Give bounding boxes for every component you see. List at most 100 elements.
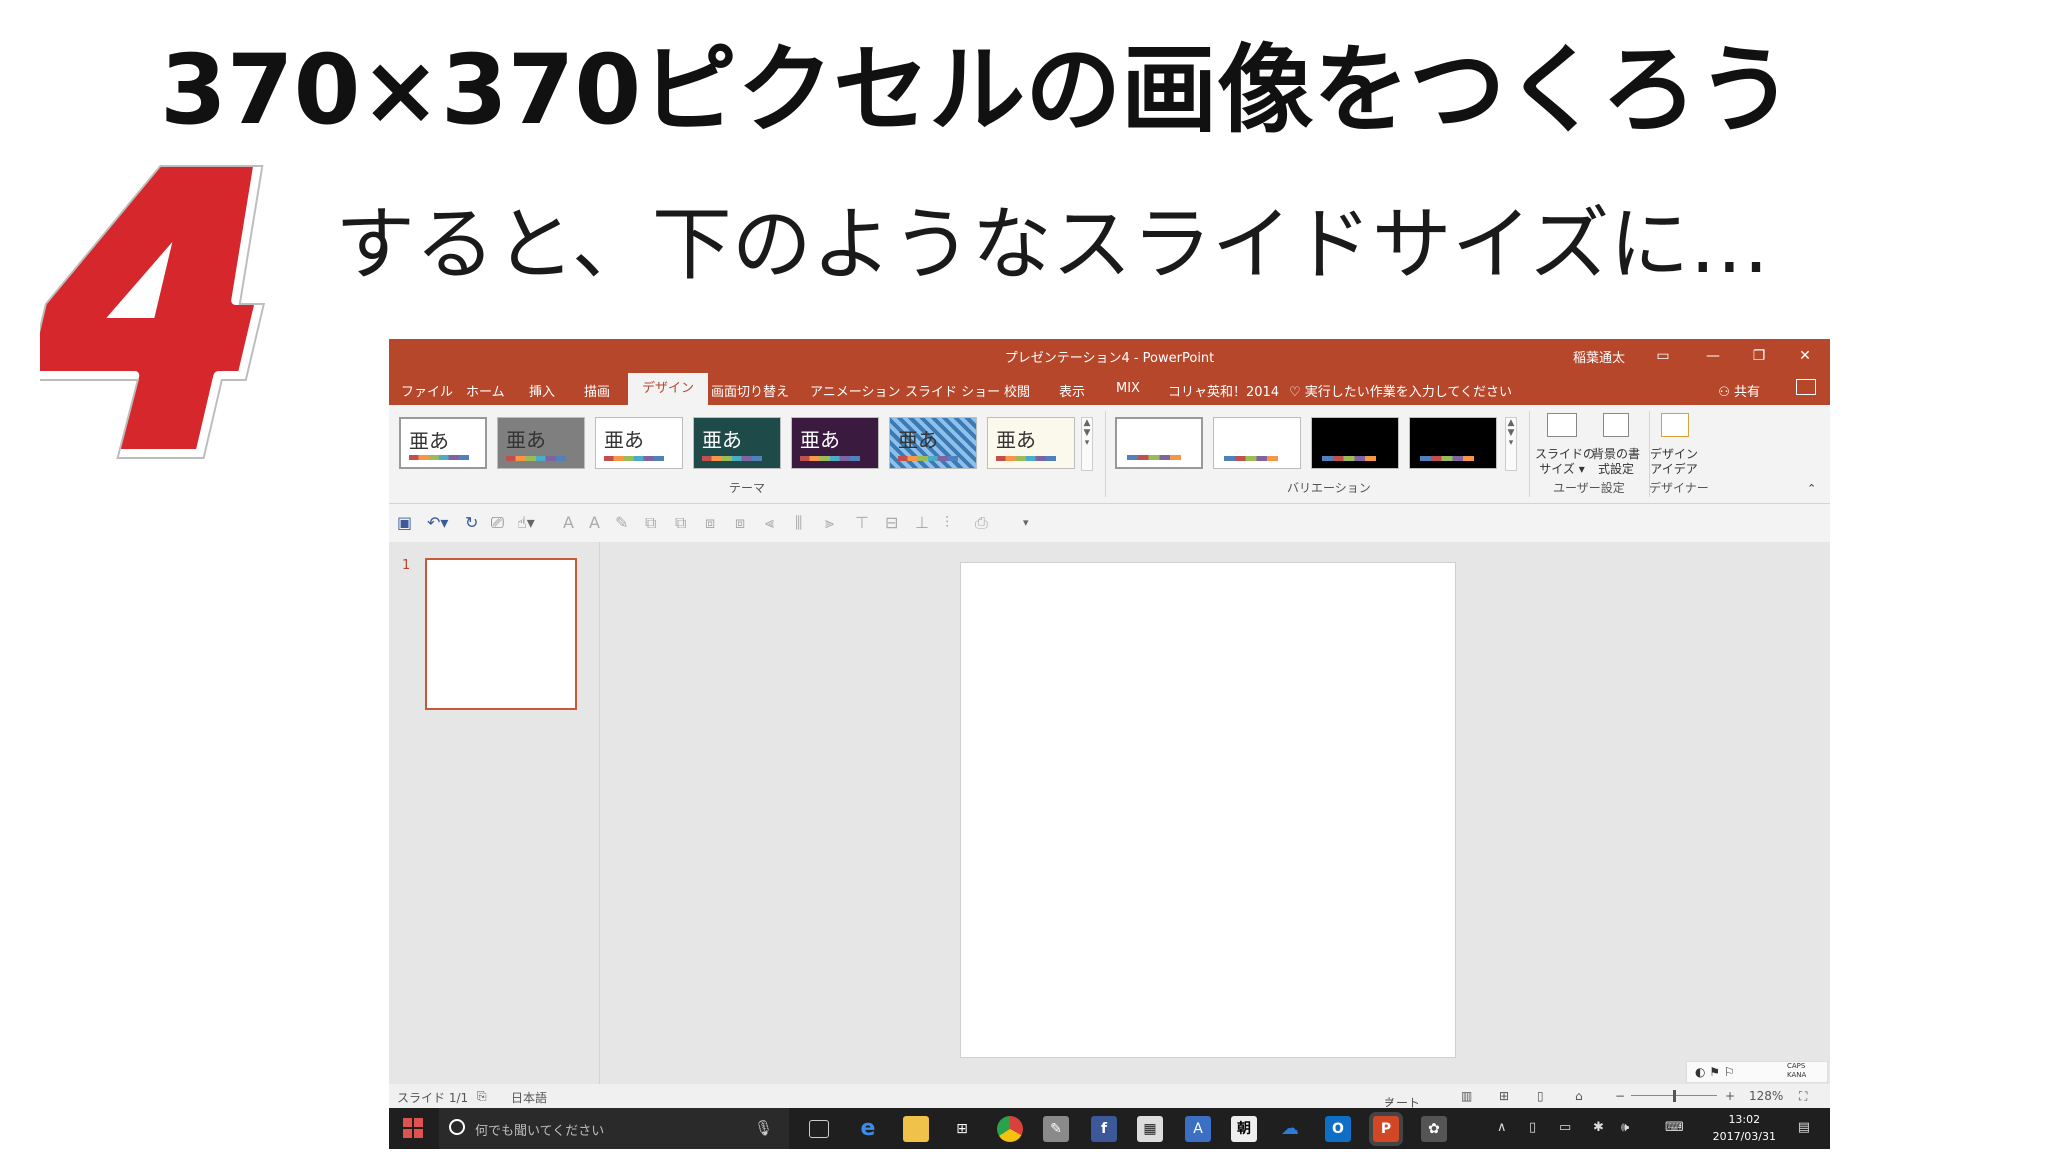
battery-icon[interactable]: ▭ xyxy=(1559,1120,1571,1135)
send-backward-icon[interactable]: ⧉ xyxy=(675,513,686,533)
translate-icon[interactable]: A xyxy=(1185,1116,1211,1142)
collapse-ribbon-icon[interactable]: ⌃ xyxy=(1807,481,1816,496)
bluetooth-icon[interactable]: ✱ xyxy=(1593,1120,1604,1135)
tab-transitions[interactable]: 画面切り替え xyxy=(711,381,789,400)
slide-size-button[interactable]: スライドの サイズ ▾ xyxy=(1535,447,1595,477)
file-explorer-icon[interactable] xyxy=(903,1116,929,1142)
microphone-icon[interactable]: 🎙 xyxy=(754,1119,773,1137)
slide-size-icon[interactable] xyxy=(1547,413,1577,437)
variation-2[interactable] xyxy=(1213,417,1301,469)
variation-1[interactable] xyxy=(1115,417,1203,469)
paint-icon[interactable]: ✎ xyxy=(1043,1116,1069,1142)
zoom-out-icon[interactable]: − xyxy=(1615,1089,1625,1103)
outlook-icon[interactable]: O xyxy=(1325,1116,1351,1142)
tab-insert[interactable]: 挿入 xyxy=(529,381,555,400)
font-grow-icon[interactable]: A xyxy=(563,513,574,532)
ime-mode-icon[interactable]: ◐ ⚑ ⚐ xyxy=(1695,1065,1735,1079)
task-view-icon[interactable] xyxy=(809,1120,829,1138)
windows-start-icon[interactable] xyxy=(403,1118,423,1138)
tab-review[interactable]: 校閲 xyxy=(1004,381,1030,400)
minimize-button[interactable]: — xyxy=(1698,343,1728,369)
group-icon[interactable]: ⧈ xyxy=(705,513,715,533)
tab-view[interactable]: 表示 xyxy=(1059,381,1085,400)
normal-view-icon[interactable]: ▥ xyxy=(1461,1089,1472,1103)
action-center-icon[interactable]: ▤ xyxy=(1798,1120,1810,1135)
align-middle-icon[interactable]: ⊟ xyxy=(885,513,898,532)
slide-thumbnail[interactable] xyxy=(425,558,577,710)
tab-draw[interactable]: 描画 xyxy=(584,381,610,400)
align-left-icon[interactable]: ⫷ xyxy=(765,513,774,533)
share-button[interactable]: ⚇ 共有 xyxy=(1718,381,1760,400)
tab-slideshow[interactable]: スライド ショー xyxy=(905,381,1000,400)
theme-office[interactable]: 亜あ xyxy=(399,417,487,469)
tab-design[interactable]: デザイン xyxy=(628,373,709,405)
zoom-level[interactable]: 128% xyxy=(1749,1089,1783,1103)
edge-browser-icon[interactable]: e xyxy=(855,1116,881,1142)
keyboard-icon[interactable]: ⌨ xyxy=(1665,1120,1684,1135)
from-beginning-icon[interactable]: ⎚ xyxy=(491,513,504,533)
slide-canvas[interactable] xyxy=(960,562,1456,1058)
theme-gallery-scroll[interactable]: ▲ ▼ ▾ xyxy=(1081,417,1093,471)
powerpoint-taskbar-icon[interactable]: P xyxy=(1373,1116,1399,1142)
variation-3[interactable] xyxy=(1311,417,1399,469)
ribbon-display-options-icon[interactable]: ▭ xyxy=(1648,343,1678,369)
spellcheck-icon[interactable]: ⎘ xyxy=(477,1089,487,1104)
zoom-slider-thumb[interactable] xyxy=(1673,1090,1676,1102)
design-ideas-button[interactable]: デザイン アイデア xyxy=(1649,447,1699,477)
slide-sorter-icon[interactable]: ⊞ xyxy=(1499,1089,1509,1103)
align-top-icon[interactable]: ⊤ xyxy=(855,513,869,532)
format-background-button[interactable]: 背景の書 式設定 xyxy=(1589,447,1643,477)
tab-mix[interactable]: MIX xyxy=(1116,381,1140,396)
fit-to-window-icon[interactable]: ⛶ xyxy=(1799,1089,1807,1104)
zoom-in-icon[interactable]: + xyxy=(1725,1089,1735,1103)
design-ideas-icon[interactable] xyxy=(1661,413,1689,437)
cortana-search-box[interactable]: 何でも聞いてください 🎙 xyxy=(439,1108,789,1149)
app-icon-2[interactable]: ✿ xyxy=(1421,1116,1447,1142)
tab-home[interactable]: ホーム xyxy=(466,381,505,400)
ime-language-bar[interactable]: ◐ ⚑ ⚐ CAPS KANA xyxy=(1686,1061,1828,1083)
onedrive-icon[interactable]: ☁ xyxy=(1277,1116,1303,1142)
undo-icon[interactable]: ↶▾ xyxy=(427,513,448,532)
font-shrink-icon[interactable]: A xyxy=(589,513,600,532)
app-icon-1[interactable]: ▦ xyxy=(1137,1116,1163,1142)
show-hidden-icons[interactable]: ∧ xyxy=(1497,1120,1507,1135)
distribute-icon[interactable]: ⫶ xyxy=(945,513,949,533)
tab-animations[interactable]: アニメーション xyxy=(810,381,900,400)
theme-white[interactable]: 亜あ xyxy=(595,417,683,469)
variation-gallery-scroll[interactable]: ▲ ▼ ▾ xyxy=(1505,417,1517,471)
system-clock[interactable]: 13:02 2017/03/31 xyxy=(1713,1111,1776,1145)
volume-icon[interactable]: 🕪 xyxy=(1621,1120,1629,1135)
user-name[interactable]: 稲葉通太 xyxy=(1573,347,1625,366)
align-right-icon[interactable]: ⫸ xyxy=(825,513,834,533)
restore-button[interactable]: ❐ xyxy=(1744,343,1774,369)
tab-file[interactable]: ファイル xyxy=(401,381,453,400)
chrome-icon[interactable] xyxy=(997,1116,1023,1142)
print-icon[interactable]: ⎙ xyxy=(975,513,988,533)
format-painter-icon[interactable]: ✎ xyxy=(615,513,628,532)
variation-4[interactable] xyxy=(1409,417,1497,469)
theme-blue-pattern[interactable]: 亜あ xyxy=(889,417,977,469)
reading-view-icon[interactable]: ▯ xyxy=(1537,1089,1544,1103)
theme-purple[interactable]: 亜あ xyxy=(791,417,879,469)
slideshow-view-icon[interactable]: ⌂ xyxy=(1575,1089,1583,1103)
asahi-icon[interactable]: 朝 xyxy=(1231,1116,1257,1142)
theme-teal[interactable]: 亜あ xyxy=(693,417,781,469)
customize-qat-icon[interactable]: ▾ xyxy=(1023,516,1029,529)
usb-icon[interactable]: ▯ xyxy=(1529,1120,1536,1135)
align-center-icon[interactable]: ⫼ xyxy=(795,513,802,533)
language-indicator[interactable]: 日本語 xyxy=(511,1089,547,1106)
format-background-icon[interactable] xyxy=(1603,413,1629,437)
ungroup-icon[interactable]: ⧈ xyxy=(735,513,745,533)
comment-icon[interactable] xyxy=(1796,379,1816,395)
theme-cream[interactable]: 亜あ xyxy=(987,417,1075,469)
touch-mode-icon[interactable]: ☝▾ xyxy=(517,513,535,532)
save-icon[interactable]: ▣ xyxy=(397,513,412,532)
facebook-icon[interactable]: f xyxy=(1091,1116,1117,1142)
redo-icon[interactable]: ↻ xyxy=(465,513,478,532)
tell-me-search[interactable]: ♡ 実行したい作業を入力してください xyxy=(1289,381,1512,400)
align-bottom-icon[interactable]: ⊥ xyxy=(915,513,929,532)
store-icon[interactable]: ⊞ xyxy=(949,1116,975,1142)
theme-gray[interactable]: 亜あ xyxy=(497,417,585,469)
tab-korya-eiwa[interactable]: コリャ英和！2014 xyxy=(1168,381,1279,400)
bring-forward-icon[interactable]: ⧉ xyxy=(645,513,656,533)
